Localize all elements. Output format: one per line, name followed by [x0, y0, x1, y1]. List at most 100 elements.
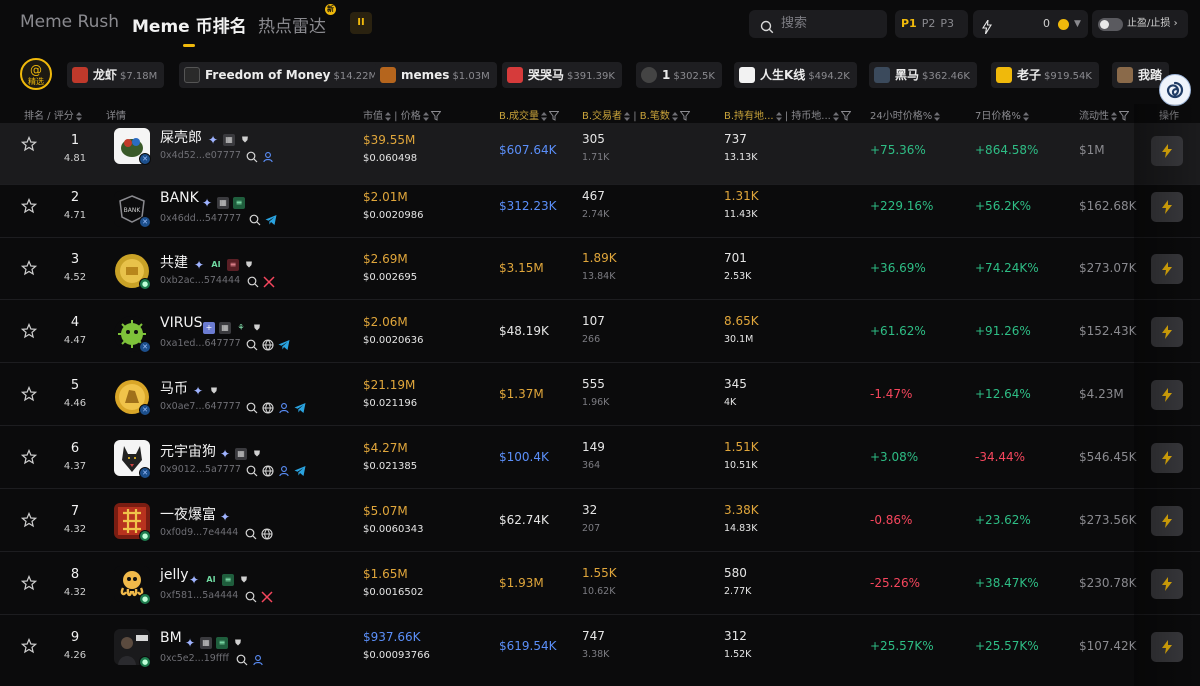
trending-chip[interactable]: Freedom of Money $14.22M: [179, 62, 385, 88]
quick-buy-button[interactable]: [1151, 443, 1183, 473]
header-holders[interactable]: B.持有地... | 持币地...: [724, 107, 851, 122]
table-row[interactable]: 8 4.32 ● jelly ✦ AI ≡ ⛊ 0xf581...5a4444 $1.…: [0, 553, 1200, 615]
star-icon[interactable]: [20, 637, 38, 658]
user-icon[interactable]: [278, 462, 290, 481]
search-icon[interactable]: [247, 273, 259, 292]
table-row[interactable]: 9 4.26 ● BM ✦ ▦ ≡ ⛊ 0xc5e2...19ffff $937.66…: [0, 616, 1200, 678]
search-input[interactable]: 搜索: [749, 10, 887, 38]
search-icon[interactable]: [246, 399, 258, 418]
header-mcap-price[interactable]: 市值 | 价格: [363, 107, 441, 122]
page-p1[interactable]: P1: [901, 17, 917, 30]
quick-buy-button[interactable]: [1151, 380, 1183, 410]
pause-button[interactable]: II: [350, 12, 372, 34]
search-icon[interactable]: [249, 211, 261, 230]
scroll-helper-button[interactable]: [1159, 74, 1191, 106]
user-icon[interactable]: [262, 148, 274, 167]
trending-chip[interactable]: 老子 $919.54K: [991, 62, 1099, 88]
quick-buy-button[interactable]: [1151, 506, 1183, 536]
toggle-switch[interactable]: [1098, 18, 1123, 31]
contract-address[interactable]: 0xf581...5a4444: [160, 590, 238, 601]
telegram-icon[interactable]: [278, 336, 290, 355]
contract-address[interactable]: 0xc5e2...19ffff: [160, 653, 229, 664]
table-row[interactable]: 4 4.47 ✕ VIRUS + ▦ ⚘ ⛊ 0xa1ed...647777 $2.0…: [0, 301, 1200, 363]
header-traders-trades[interactable]: B.交易者 | B.笔数: [582, 107, 690, 122]
trending-chip[interactable]: 1 $302.5K: [636, 62, 722, 88]
token-name[interactable]: jelly: [160, 567, 189, 583]
star-icon[interactable]: [20, 259, 38, 280]
search-icon[interactable]: [246, 148, 258, 167]
page-p3[interactable]: P3: [940, 17, 954, 30]
contract-address[interactable]: 0x9012...5a7777: [160, 464, 241, 475]
quick-buy-button[interactable]: [1151, 254, 1183, 284]
telegram-icon[interactable]: [265, 211, 277, 230]
featured-badge[interactable]: @ 精选: [20, 58, 52, 90]
header-24h-change[interactable]: 24小时价格%: [870, 107, 941, 122]
website-icon[interactable]: [261, 525, 273, 544]
header-liquidity[interactable]: 流动性: [1079, 107, 1129, 122]
trending-chip[interactable]: 哭哭马 $391.39K: [502, 62, 622, 88]
token-name[interactable]: VIRUS: [160, 315, 203, 331]
website-icon[interactable]: [262, 462, 274, 481]
table-row[interactable]: 7 4.32 ● 一夜爆富 ✦ 0xf0d9...7e4444 $5.07M $…: [0, 490, 1200, 552]
user-icon[interactable]: [278, 399, 290, 418]
quick-buy-button[interactable]: [1151, 569, 1183, 599]
quick-buy-button[interactable]: [1151, 317, 1183, 347]
star-icon[interactable]: [20, 385, 38, 406]
tab-meme-rush[interactable]: Meme Rush: [20, 12, 119, 32]
header-volume[interactable]: B.成交量: [499, 107, 560, 122]
shield-icon: ⛊: [254, 322, 260, 332]
star-icon[interactable]: [20, 322, 38, 343]
trending-chip[interactable]: 黑马 $362.46K: [869, 62, 977, 88]
header-7d-change[interactable]: 7日价格%: [975, 107, 1029, 122]
star-icon[interactable]: [20, 448, 38, 469]
tab-hot-radar[interactable]: 热点雷达 新: [258, 4, 336, 37]
table-row[interactable]: 2 4.71 BANK ✕ BANK ✦ ▦ ≡ 0x46dd...547777 $…: [0, 176, 1200, 238]
star-icon[interactable]: [20, 197, 38, 218]
trades: 3.38K: [582, 649, 610, 660]
trending-chip[interactable]: memes $1.03M: [375, 62, 497, 88]
search-icon[interactable]: [236, 651, 248, 670]
table-row[interactable]: 5 4.46 ✕ 马币 ✦ ⛊ 0x0ae7...647777 $21.19M $…: [0, 364, 1200, 426]
tp-sl-toggle[interactable]: 止盈/止损 ›: [1092, 10, 1188, 38]
trending-chip[interactable]: 人生K线 $494.2K: [734, 62, 857, 88]
quick-buy-button[interactable]: [1151, 136, 1183, 166]
website-icon[interactable]: [262, 399, 274, 418]
search-icon[interactable]: [246, 462, 258, 481]
star-icon[interactable]: [20, 135, 38, 156]
search-icon[interactable]: [245, 588, 257, 607]
search-icon[interactable]: [246, 336, 258, 355]
table-row[interactable]: 6 4.37 ✕ 元宇宙狗 ✦ ▦ ⛊ 0x9012...5a7777 $4.27M…: [0, 427, 1200, 489]
quick-buy-button[interactable]: [1151, 192, 1183, 222]
token-name[interactable]: 元宇宙狗: [160, 441, 216, 461]
token-name[interactable]: 一夜爆富: [160, 504, 216, 524]
user-icon[interactable]: [252, 651, 264, 670]
token-name[interactable]: BANK: [160, 190, 199, 206]
page-p2[interactable]: P2: [922, 17, 936, 30]
contract-address[interactable]: 0xb2ac...574444: [160, 275, 240, 286]
website-icon[interactable]: [262, 336, 274, 355]
token-name[interactable]: 马币: [160, 378, 188, 398]
contract-address[interactable]: 0x46dd...547777: [160, 213, 241, 224]
telegram-icon[interactable]: [294, 462, 306, 481]
contract-address[interactable]: 0xf0d9...7e4444: [160, 527, 238, 538]
quick-buy-amount[interactable]: 0 ▼: [973, 10, 1088, 38]
token-name[interactable]: BM: [160, 630, 182, 646]
contract-address[interactable]: 0x4d52...e07777: [160, 150, 241, 161]
tab-meme-ranking[interactable]: Meme 币排名: [132, 12, 247, 47]
token-name[interactable]: 共建: [160, 252, 188, 272]
contract-address[interactable]: 0x0ae7...647777: [160, 401, 241, 412]
search-icon[interactable]: [245, 525, 257, 544]
star-icon[interactable]: [20, 574, 38, 595]
table-row[interactable]: 3 4.52 ● 共建 ✦ AI ≡ ⛊ 0xb2ac...574444 $2.69M…: [0, 238, 1200, 300]
telegram-icon[interactable]: [294, 399, 306, 418]
x-twitter-icon[interactable]: [263, 273, 275, 292]
token-logo: [1117, 67, 1133, 83]
token-name[interactable]: 屎壳郎: [160, 127, 202, 147]
star-icon[interactable]: [20, 511, 38, 532]
contract-address[interactable]: 0xa1ed...647777: [160, 338, 241, 349]
quick-buy-button[interactable]: [1151, 632, 1183, 662]
trending-chip[interactable]: 龙虾 $7.18M: [67, 62, 165, 88]
header-rank-score[interactable]: 排名 / 评分: [24, 107, 82, 122]
x-twitter-icon[interactable]: [261, 588, 273, 607]
shield-icon: ⛊: [235, 637, 241, 647]
